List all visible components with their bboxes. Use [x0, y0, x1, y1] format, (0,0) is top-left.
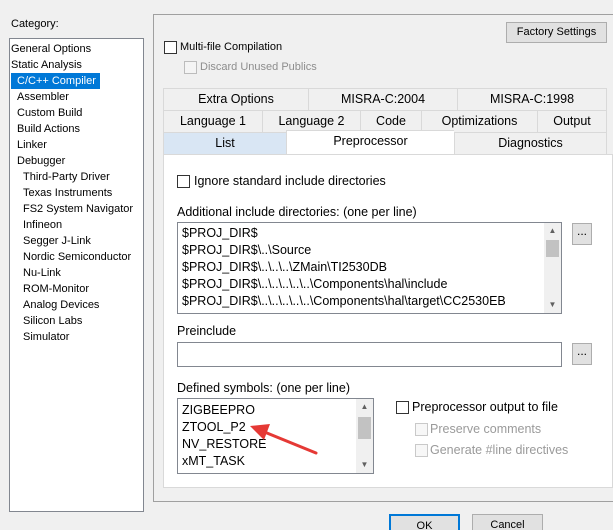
tab-extra-options[interactable]: Extra Options — [163, 88, 308, 110]
symbols-scrollbar[interactable]: ▲ ▼ — [356, 399, 373, 473]
tab-language-2[interactable]: Language 2 — [262, 110, 360, 132]
category-item-debugger[interactable]: Debugger — [17, 153, 65, 169]
symbol-line: ZIGBEEPRO — [182, 403, 255, 417]
scroll-down-icon[interactable]: ▼ — [544, 298, 561, 312]
multifile-label: Multi-file Compilation — [180, 41, 283, 53]
category-item-texas-instruments[interactable]: Texas Instruments — [23, 185, 112, 201]
tab-preprocessor[interactable]: Preprocessor — [286, 130, 454, 155]
symbol-line: xMT_TASK — [182, 454, 245, 468]
category-item-general-options[interactable]: General Options — [11, 41, 91, 57]
additional-include-label: Additional include directories: (one per… — [177, 205, 417, 219]
scroll-up-icon[interactable]: ▲ — [544, 224, 561, 238]
include-dir-line: $PROJ_DIR$\..\Source — [182, 243, 312, 257]
ignore-std-checkbox[interactable] — [177, 175, 190, 188]
compiler-options-dialog: Category: General Options Static Analysi… — [0, 0, 613, 530]
category-item-c-cpp-compiler[interactable]: C/C++ Compiler — [11, 73, 100, 89]
scroll-up-icon[interactable]: ▲ — [356, 400, 373, 414]
preinclude-input[interactable] — [177, 342, 562, 367]
category-item-nordic-semiconductor[interactable]: Nordic Semiconductor — [23, 249, 131, 265]
category-item-static-analysis[interactable]: Static Analysis — [11, 57, 82, 73]
preserve-comments-label: Preserve comments — [430, 422, 542, 436]
pp-output-label: Preprocessor output to file — [412, 400, 558, 414]
tab-misra-c-2004[interactable]: MISRA-C:2004 — [308, 88, 457, 110]
category-item-silicon-labs[interactable]: Silicon Labs — [23, 313, 82, 329]
category-item-build-actions[interactable]: Build Actions — [17, 121, 80, 137]
ok-button[interactable]: OK — [389, 514, 460, 530]
category-label: Category: — [11, 18, 59, 30]
include-dir-line: $PROJ_DIR$ — [182, 226, 258, 240]
symbol-line: ZTOOL_P2 — [182, 420, 246, 434]
tab-optimizations[interactable]: Optimizations — [421, 110, 537, 132]
tab-misra-c-1998[interactable]: MISRA-C:1998 — [457, 88, 607, 110]
category-item-infineon[interactable]: Infineon — [23, 217, 62, 233]
tab-code[interactable]: Code — [360, 110, 421, 132]
discard-publics-label: Discard Unused Publics — [200, 61, 317, 73]
scroll-down-icon[interactable]: ▼ — [356, 458, 373, 472]
category-item-linker[interactable]: Linker — [17, 137, 47, 153]
include-dirs-browse-button[interactable]: ... — [572, 223, 592, 245]
preinclude-label: Preinclude — [177, 324, 237, 338]
include-dir-line: $PROJ_DIR$\..\..\..\..\..\Components\hal… — [182, 277, 448, 291]
category-item-custom-build[interactable]: Custom Build — [17, 105, 82, 121]
tab-output[interactable]: Output — [537, 110, 607, 132]
tab-diagnostics[interactable]: Diagnostics — [454, 132, 607, 154]
category-list[interactable]: General Options Static Analysis C/C++ Co… — [9, 38, 144, 512]
category-item-fs2-system-navigator[interactable]: FS2 System Navigator — [23, 201, 133, 217]
tab-list[interactable]: List — [163, 132, 286, 154]
symbol-line: NV_RESTORE — [182, 437, 267, 451]
defined-symbols-textarea[interactable]: ZIGBEEPRO ZTOOL_P2 NV_RESTORE xMT_TASK ▲… — [177, 398, 374, 474]
cancel-button[interactable]: Cancel — [472, 514, 543, 530]
category-item-analog-devices[interactable]: Analog Devices — [23, 297, 99, 313]
preinclude-browse-button[interactable]: ... — [572, 343, 592, 365]
preserve-comments-checkbox — [415, 423, 428, 436]
category-item-nu-link[interactable]: Nu-Link — [23, 265, 61, 281]
factory-settings-button[interactable]: Factory Settings — [506, 22, 607, 43]
include-dirs-scrollbar[interactable]: ▲ ▼ — [544, 223, 561, 313]
category-item-simulator[interactable]: Simulator — [23, 329, 69, 345]
discard-publics-checkbox — [184, 61, 197, 74]
defined-symbols-label: Defined symbols: (one per line) — [177, 381, 350, 395]
generate-line-label: Generate #line directives — [430, 443, 569, 457]
scroll-thumb[interactable] — [546, 240, 559, 257]
category-item-segger-j-link[interactable]: Segger J-Link — [23, 233, 91, 249]
category-item-rom-monitor[interactable]: ROM-Monitor — [23, 281, 89, 297]
scroll-thumb[interactable] — [358, 417, 371, 439]
ignore-std-label: Ignore standard include directories — [194, 174, 386, 188]
category-item-third-party-driver[interactable]: Third-Party Driver — [23, 169, 110, 185]
include-dir-line: $PROJ_DIR$\..\..\..\ZMain\TI2530DB — [182, 260, 387, 274]
multifile-checkbox[interactable] — [164, 41, 177, 54]
include-dirs-textarea[interactable]: $PROJ_DIR$ $PROJ_DIR$\..\Source $PROJ_DI… — [177, 222, 562, 314]
tab-language-1[interactable]: Language 1 — [163, 110, 262, 132]
pp-output-checkbox[interactable] — [396, 401, 409, 414]
include-dir-line: $PROJ_DIR$\..\..\..\..\..\Components\hal… — [182, 294, 506, 308]
category-item-assembler[interactable]: Assembler — [17, 89, 69, 105]
generate-line-checkbox — [415, 444, 428, 457]
